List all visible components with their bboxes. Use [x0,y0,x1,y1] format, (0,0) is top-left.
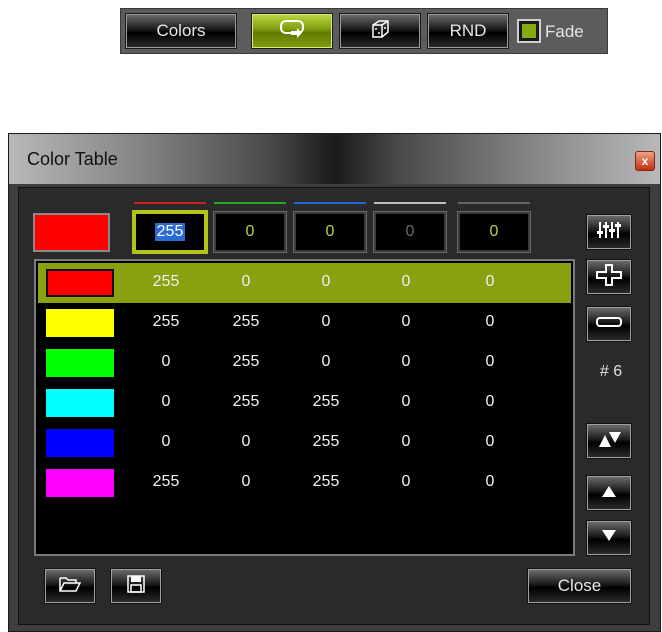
white-value: 0 [405,223,415,240]
table-row[interactable]: 255 0 0 0 0 [38,263,571,303]
row-red: 0 [161,433,171,450]
sliders-icon [596,219,622,246]
row-white: 0 [401,353,411,370]
loop-arrow-icon [277,18,307,45]
fade-check-fill [522,24,536,38]
color-count: # 6 [599,363,623,380]
row-green: 255 [232,313,260,330]
arrow-up-icon [600,484,618,503]
table-row[interactable]: 0 255 0 0 0 [38,343,571,383]
dice-icon [369,18,391,45]
mixer-button[interactable] [586,214,632,250]
row-white: 0 [401,393,411,410]
row-alpha: 0 [485,353,495,370]
fade-label: Fade [545,22,584,41]
loop-toggle-button[interactable] [251,13,333,49]
row-blue: 255 [312,473,340,490]
row-green: 0 [241,273,251,290]
table-row[interactable]: 255 0 255 0 0 [38,463,571,503]
blue-value: 0 [325,223,335,240]
move-up-button[interactable] [586,475,632,511]
row-swatch [46,309,114,337]
rnd-button-label: RND [449,21,487,40]
close-x-icon[interactable]: x [635,151,655,171]
red-value-field[interactable]: 255 [132,210,208,254]
fade-checkbox[interactable] [517,19,541,43]
alpha-value: 0 [489,223,499,240]
row-red: 255 [152,473,180,490]
row-swatch [46,349,114,377]
row-green: 255 [232,353,260,370]
blue-channel-indicator [294,202,366,204]
row-white: 0 [401,313,411,330]
row-blue: 0 [321,273,331,290]
save-file-button[interactable] [110,568,162,604]
rnd-button[interactable]: RND [427,13,509,49]
row-swatch [46,269,114,297]
table-row[interactable]: 255 255 0 0 0 [38,303,571,343]
color-table-list[interactable]: 255 0 0 0 0 255 255 0 0 0 0 255 0 0 0 0 … [34,259,575,556]
row-blue: 0 [321,313,331,330]
row-green: 0 [241,433,251,450]
alpha-channel-indicator [458,202,530,204]
row-alpha: 0 [485,473,495,490]
open-file-button[interactable] [44,568,96,604]
minus-icon [595,315,623,333]
blue-value-field[interactable]: 0 [293,211,367,253]
arrow-down-icon [600,529,618,548]
plus-icon [595,263,623,292]
row-alpha: 0 [485,393,495,410]
close-button-label: Close [557,576,602,595]
row-green: 255 [232,393,260,410]
sort-button[interactable] [586,423,632,459]
table-row[interactable]: 0 0 255 0 0 [38,423,571,463]
random-cube-button[interactable] [339,13,421,49]
row-red: 0 [161,353,171,370]
red-channel-indicator [134,202,206,204]
row-green: 0 [241,473,251,490]
dialog-title: Color Table [27,149,118,169]
dialog-titlebar[interactable]: Color Table x [9,134,660,184]
row-swatch [46,389,114,417]
color-table-dialog: Color Table x 255 0 0 0 0 255 0 0 0 0 25… [8,133,661,632]
row-red: 255 [152,313,180,330]
green-value-field[interactable]: 0 [213,211,287,253]
row-swatch [46,469,114,497]
folder-open-icon [58,575,82,598]
row-swatch [46,429,114,457]
row-blue: 255 [312,433,340,450]
table-row[interactable]: 0 255 255 0 0 [38,383,571,423]
row-red: 255 [152,273,180,290]
row-blue: 255 [312,393,340,410]
remove-color-button[interactable] [586,306,632,342]
close-button[interactable]: Close [527,568,632,604]
green-channel-indicator [214,202,286,204]
floppy-save-icon [126,574,146,599]
row-alpha: 0 [485,433,495,450]
row-alpha: 0 [485,273,495,290]
move-down-button[interactable] [586,520,632,556]
white-value-field[interactable]: 0 [373,211,447,253]
red-value: 255 [154,223,186,241]
alpha-value-field[interactable]: 0 [457,211,531,253]
row-white: 0 [401,473,411,490]
row-white: 0 [401,273,411,290]
row-alpha: 0 [485,313,495,330]
green-value: 0 [245,223,255,240]
color-toolbar: Colors RND Fade [120,8,608,54]
colors-button-label: Colors [156,21,206,40]
row-white: 0 [401,433,411,450]
add-color-button[interactable] [586,259,632,295]
colors-button[interactable]: Colors [125,13,237,49]
row-blue: 0 [321,353,331,370]
sort-up-down-icon [596,429,622,454]
white-channel-indicator [374,202,446,204]
row-red: 0 [161,393,171,410]
current-color-swatch[interactable] [33,213,110,252]
